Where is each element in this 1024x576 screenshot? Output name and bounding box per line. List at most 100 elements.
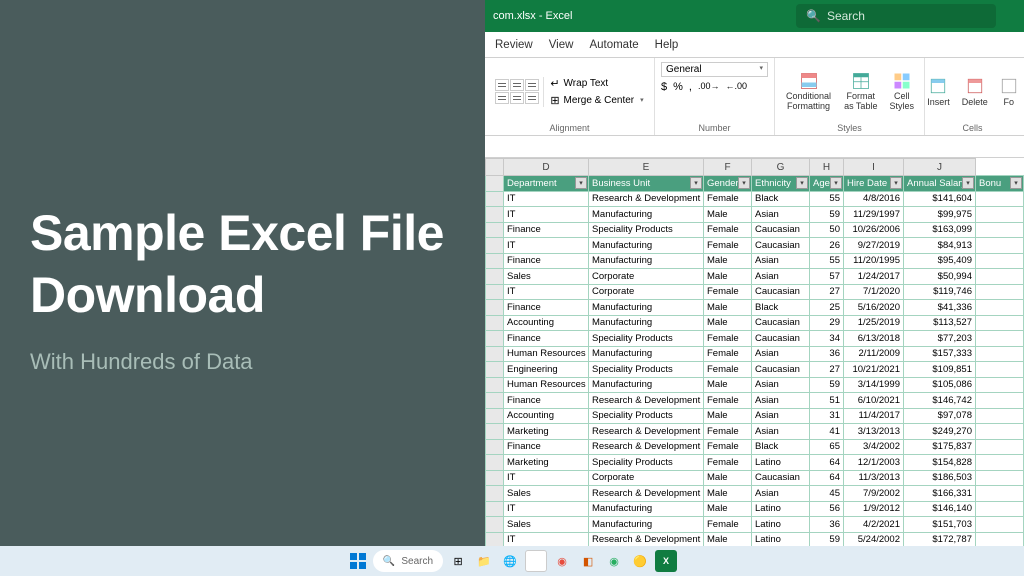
app-icon[interactable]: ◉ [551, 550, 573, 572]
cell[interactable]: Manufacturing [589, 253, 704, 269]
cell[interactable]: Caucasian [752, 222, 810, 238]
cell[interactable]: Male [704, 470, 752, 486]
cell[interactable]: Female [704, 346, 752, 362]
cell[interactable]: Caucasian [752, 238, 810, 254]
tab-help[interactable]: Help [655, 39, 679, 51]
cell[interactable]: $141,604 [904, 191, 976, 207]
merge-center-button[interactable]: ⊞ Merge & Center ▾ [550, 94, 643, 107]
cell[interactable]: 36 [810, 517, 844, 533]
table-row[interactable]: ITResearch & DevelopmentFemaleBlack554/8… [486, 191, 1024, 207]
cell[interactable]: 55 [810, 253, 844, 269]
cell[interactable]: $151,703 [904, 517, 976, 533]
cell[interactable]: Male [704, 300, 752, 316]
cell[interactable]: $50,994 [904, 269, 976, 285]
app-icon[interactable]: ◧ [577, 550, 599, 572]
cell[interactable]: Speciality Products [589, 362, 704, 378]
tab-review[interactable]: Review [495, 39, 533, 51]
table-row[interactable]: Human ResourcesManufacturingMaleAsian593… [486, 377, 1024, 393]
cell[interactable]: 11/4/2017 [844, 408, 904, 424]
cell[interactable]: Finance [504, 393, 589, 409]
filter-dropdown-icon[interactable]: ▾ [830, 177, 842, 189]
cell[interactable]: Male [704, 486, 752, 502]
filter-dropdown-icon[interactable]: ▾ [690, 177, 702, 189]
cell[interactable]: IT [504, 207, 589, 223]
cell[interactable]: 57 [810, 269, 844, 285]
explorer-icon[interactable]: 📁 [473, 550, 495, 572]
cell[interactable]: Female [704, 455, 752, 471]
table-header-cell[interactable]: Business Unit▾ [589, 176, 704, 192]
cell[interactable]: Asian [752, 408, 810, 424]
table-row[interactable]: SalesManufacturingFemaleLatino364/2/2021… [486, 517, 1024, 533]
cell[interactable]: 55 [810, 191, 844, 207]
cell[interactable]: Female [704, 424, 752, 440]
table-header-cell[interactable]: Gender▾ [704, 176, 752, 192]
cell[interactable]: Caucasian [752, 284, 810, 300]
column-header[interactable]: E [589, 159, 704, 176]
cell[interactable]: Asian [752, 486, 810, 502]
cell[interactable]: Caucasian [752, 331, 810, 347]
table-row[interactable]: SalesResearch & DevelopmentMaleAsian457/… [486, 486, 1024, 502]
formula-bar[interactable] [485, 136, 1024, 158]
cell[interactable]: Male [704, 501, 752, 517]
cell[interactable]: Human Resources [504, 346, 589, 362]
cell[interactable]: 56 [810, 501, 844, 517]
taskbar-search[interactable]: 🔍Search [373, 550, 443, 572]
decrease-decimal-button[interactable]: ←.00 [725, 81, 747, 93]
filter-dropdown-icon[interactable]: ▾ [796, 177, 808, 189]
cell[interactable]: $146,742 [904, 393, 976, 409]
cell[interactable]: 12/1/2003 [844, 455, 904, 471]
table-row[interactable]: MarketingResearch & DevelopmentFemaleAsi… [486, 424, 1024, 440]
cell[interactable]: 2/11/2009 [844, 346, 904, 362]
cell[interactable]: Accounting [504, 315, 589, 331]
column-header[interactable]: J [904, 159, 976, 176]
cell[interactable]: Male [704, 377, 752, 393]
cell[interactable]: 3/4/2002 [844, 439, 904, 455]
table-row[interactable]: MarketingSpeciality ProductsFemaleLatino… [486, 455, 1024, 471]
cell[interactable]: 1/24/2017 [844, 269, 904, 285]
table-row[interactable]: ITManufacturingMaleLatino561/9/2012$146,… [486, 501, 1024, 517]
table-row[interactable]: FinanceResearch & DevelopmentFemaleBlack… [486, 439, 1024, 455]
cell[interactable]: Female [704, 331, 752, 347]
cell[interactable]: Speciality Products [589, 455, 704, 471]
cell[interactable]: 3/14/1999 [844, 377, 904, 393]
spreadsheet-grid[interactable]: DEFGHIJDepartment▾Business Unit▾Gender▾E… [485, 158, 1024, 576]
cell[interactable]: Research & Development [589, 486, 704, 502]
cell[interactable]: Asian [752, 269, 810, 285]
table-row[interactable]: FinanceResearch & DevelopmentFemaleAsian… [486, 393, 1024, 409]
insert-button[interactable]: Insert [923, 75, 954, 109]
cell[interactable]: Manufacturing [589, 501, 704, 517]
cell[interactable]: 41 [810, 424, 844, 440]
cell[interactable]: Research & Development [589, 424, 704, 440]
table-header-cell[interactable]: Hire Date▾ [844, 176, 904, 192]
cell[interactable]: 27 [810, 284, 844, 300]
table-header-cell[interactable]: Annual Salary▾ [904, 176, 976, 192]
cell[interactable]: Latino [752, 517, 810, 533]
cell[interactable]: 65 [810, 439, 844, 455]
cell[interactable]: Male [704, 315, 752, 331]
app-icon[interactable] [525, 550, 547, 572]
cell[interactable]: Finance [504, 222, 589, 238]
titlebar-search[interactable]: 🔍 Search [796, 4, 996, 28]
app-icon[interactable]: ◉ [603, 550, 625, 572]
cell[interactable]: Corporate [589, 269, 704, 285]
cell[interactable]: Manufacturing [589, 207, 704, 223]
column-header[interactable]: F [704, 159, 752, 176]
cell[interactable]: 36 [810, 346, 844, 362]
cell[interactable]: 6/13/2018 [844, 331, 904, 347]
cell[interactable]: $163,099 [904, 222, 976, 238]
cell[interactable]: Sales [504, 269, 589, 285]
cell[interactable]: Latino [752, 501, 810, 517]
cell[interactable]: 10/26/2006 [844, 222, 904, 238]
cell[interactable]: $84,913 [904, 238, 976, 254]
cell[interactable]: IT [504, 470, 589, 486]
cell[interactable]: Corporate [589, 470, 704, 486]
cell[interactable]: Female [704, 362, 752, 378]
cell[interactable]: 6/10/2021 [844, 393, 904, 409]
cell[interactable]: IT [504, 284, 589, 300]
cell[interactable]: $95,409 [904, 253, 976, 269]
cell[interactable]: $175,837 [904, 439, 976, 455]
table-row[interactable]: ITCorporateMaleCaucasian6411/3/2013$186,… [486, 470, 1024, 486]
cell[interactable]: 4/2/2021 [844, 517, 904, 533]
comma-button[interactable]: , [689, 81, 692, 93]
cell[interactable]: 29 [810, 315, 844, 331]
